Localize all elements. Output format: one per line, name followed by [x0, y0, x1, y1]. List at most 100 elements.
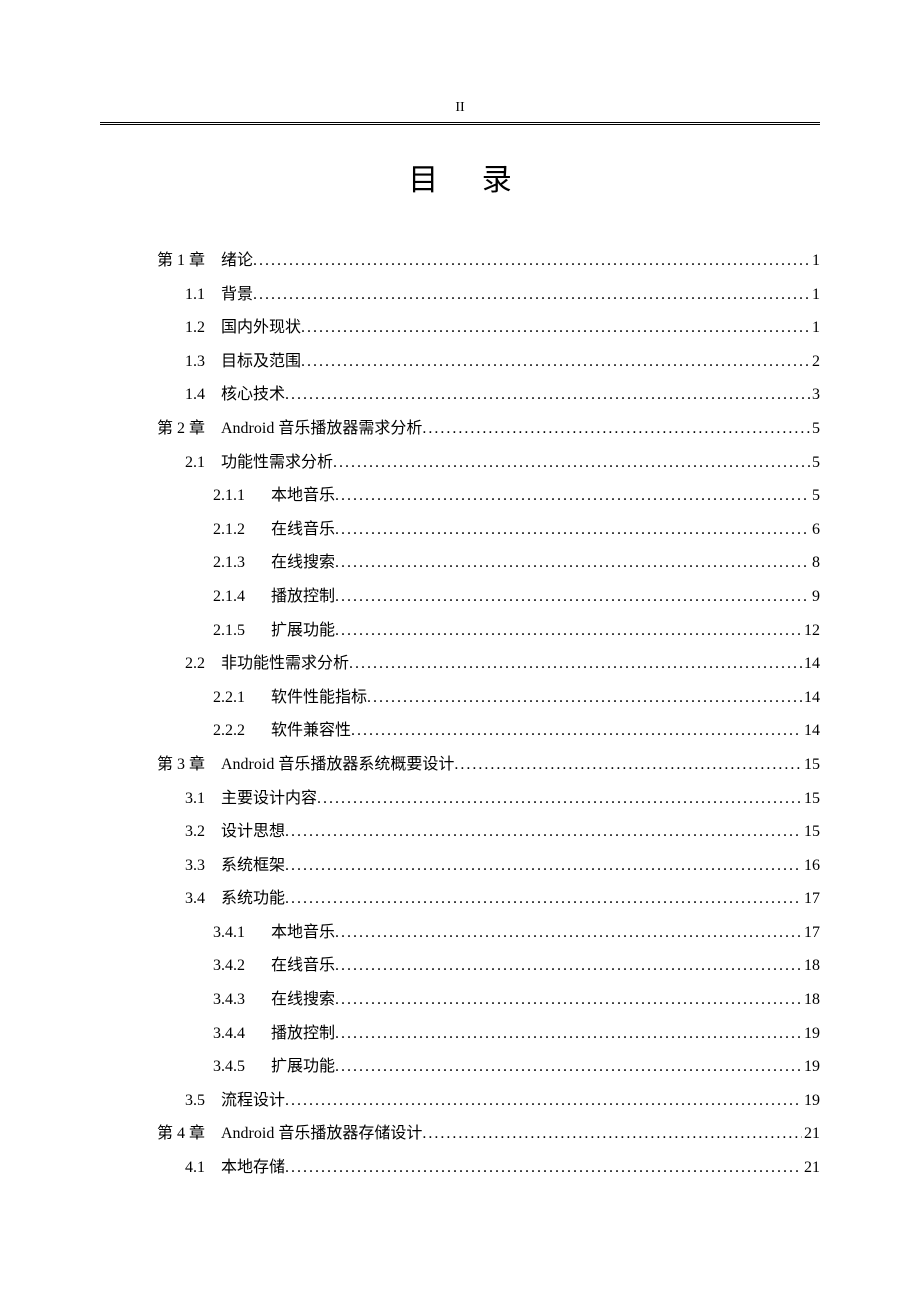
toc-entry-page: 1	[810, 311, 820, 345]
toc-entry-text: 在线音乐	[271, 513, 335, 547]
toc-entry: 2.1功能性需求分析5	[100, 446, 820, 480]
toc-entry-text: 背景	[221, 278, 253, 312]
toc-leader-dots	[285, 882, 802, 916]
table-of-contents: 第 1 章绪论11.1背景11.2国内外现状11.3目标及范围21.4核心技术3…	[100, 244, 820, 1185]
toc-leader-dots	[335, 513, 810, 547]
toc-entry-text: 绪论	[221, 244, 253, 278]
toc-entry-page: 9	[810, 580, 820, 614]
toc-entry: 3.4.1 本地音乐 17	[100, 916, 820, 950]
toc-entry-text: 功能性需求分析	[221, 446, 333, 480]
toc-leader-dots	[285, 815, 802, 849]
toc-entry-label: 3.1	[100, 782, 205, 816]
toc-entry-label: 3.4.5	[100, 1050, 255, 1084]
toc-entry-label: 3.5	[100, 1084, 205, 1118]
toc-entry-label: 1.4	[100, 378, 205, 412]
toc-leader-dots	[422, 1117, 802, 1151]
toc-entry-page: 18	[802, 983, 820, 1017]
toc-entry-page: 17	[802, 916, 820, 950]
toc-entry-label: 3.4.2	[100, 949, 255, 983]
toc-entry-label: 2.1	[100, 446, 205, 480]
toc-entry: 1.1背景1	[100, 278, 820, 312]
toc-entry: 3.3 系统框架 16	[100, 849, 820, 883]
toc-leader-dots	[422, 412, 810, 446]
toc-entry-page: 3	[810, 378, 820, 412]
toc-entry-label: 3.2	[100, 815, 205, 849]
toc-leader-dots	[335, 949, 802, 983]
toc-leader-dots	[335, 546, 810, 580]
toc-entry: 第 1 章绪论1	[100, 244, 820, 278]
toc-entry-text: 设计思想	[221, 815, 285, 849]
toc-entry: 2.2.1软件性能指标14	[100, 681, 820, 715]
toc-entry-label: 第 4 章	[100, 1117, 205, 1151]
toc-entry-page: 5	[810, 412, 820, 446]
toc-leader-dots	[335, 1050, 802, 1084]
toc-entry-label: 1.1	[100, 278, 205, 312]
toc-entry-text: 核心技术	[221, 378, 285, 412]
toc-entry-label: 2.1.4	[100, 580, 255, 614]
toc-entry: 1.2国内外现状1	[100, 311, 820, 345]
page-header: II	[100, 100, 820, 116]
toc-entry-page: 19	[802, 1050, 820, 1084]
toc-leader-dots	[285, 378, 810, 412]
toc-entry-label: 4.1	[100, 1151, 205, 1185]
toc-entry-page: 1	[810, 244, 820, 278]
toc-entry-text: 本地音乐	[271, 479, 335, 513]
toc-entry: 第 2 章Android 音乐播放器需求分析5	[100, 412, 820, 446]
toc-entry: 3.4.4播放控制19	[100, 1017, 820, 1051]
toc-entry-page: 12	[802, 614, 820, 648]
toc-leader-dots	[285, 1151, 802, 1185]
toc-entry-label: 第 2 章	[100, 412, 205, 446]
toc-entry-text: 在线音乐	[271, 949, 335, 983]
toc-entry: 2.1.3在线搜索8	[100, 546, 820, 580]
toc-entry-page: 14	[802, 647, 820, 681]
toc-entry-page: 17	[802, 882, 820, 916]
toc-entry-label: 1.3	[100, 345, 205, 379]
toc-entry: 4.1本地存储21	[100, 1151, 820, 1185]
toc-leader-dots	[253, 244, 810, 278]
toc-entry-label: 2.2.2	[100, 714, 255, 748]
toc-leader-dots	[335, 916, 802, 950]
toc-entry-text: 系统框架	[221, 849, 285, 883]
toc-entry-page: 2	[810, 345, 820, 379]
toc-entry-page: 16	[802, 849, 820, 883]
toc-leader-dots	[253, 278, 810, 312]
toc-entry: 3.4.5 扩展功能 19	[100, 1050, 820, 1084]
toc-leader-dots	[349, 647, 802, 681]
toc-entry-text: 在线搜索	[271, 546, 335, 580]
toc-entry-label: 2.1.1	[100, 479, 255, 513]
toc-entry-label: 2.1.2	[100, 513, 255, 547]
toc-entry-label: 第 3 章	[100, 748, 205, 782]
toc-entry-text: 扩展功能	[271, 1050, 335, 1084]
toc-entry: 3.1主要设计内容15	[100, 782, 820, 816]
toc-entry: 2.1.2在线音乐6	[100, 513, 820, 547]
toc-entry-label: 3.3	[100, 849, 205, 883]
toc-entry-label: 3.4	[100, 882, 205, 916]
toc-leader-dots	[285, 1084, 802, 1118]
toc-entry-text: 播放控制	[271, 580, 335, 614]
toc-leader-dots	[335, 1017, 802, 1051]
toc-entry: 第 3 章Android 音乐播放器系统概要设计15	[100, 748, 820, 782]
toc-leader-dots	[454, 748, 802, 782]
toc-leader-dots	[285, 849, 802, 883]
toc-leader-dots	[333, 446, 810, 480]
toc-entry-page: 15	[802, 815, 820, 849]
toc-entry-text: Android 音乐播放器系统概要设计	[221, 748, 454, 782]
toc-entry-text: 系统功能	[221, 882, 285, 916]
toc-entry-page: 14	[802, 714, 820, 748]
toc-entry-page: 8	[810, 546, 820, 580]
toc-entry: 3.4 系统功能 17	[100, 882, 820, 916]
toc-entry-text: 本地存储	[221, 1151, 285, 1185]
toc-entry: 2.1.4 播放控制 9	[100, 580, 820, 614]
toc-entry-text: 在线搜索	[271, 983, 335, 1017]
toc-leader-dots	[301, 311, 810, 345]
toc-leader-dots	[317, 782, 802, 816]
toc-entry-label: 3.4.1	[100, 916, 255, 950]
toc-entry-label: 3.4.3	[100, 983, 255, 1017]
header-divider	[100, 122, 820, 125]
toc-entry-label: 2.1.5	[100, 614, 255, 648]
toc-entry: 2.1.5扩展功能12	[100, 614, 820, 648]
toc-entry-text: 国内外现状	[221, 311, 301, 345]
toc-entry-page: 14	[802, 681, 820, 715]
toc-entry-text: 本地音乐	[271, 916, 335, 950]
toc-leader-dots	[335, 614, 802, 648]
